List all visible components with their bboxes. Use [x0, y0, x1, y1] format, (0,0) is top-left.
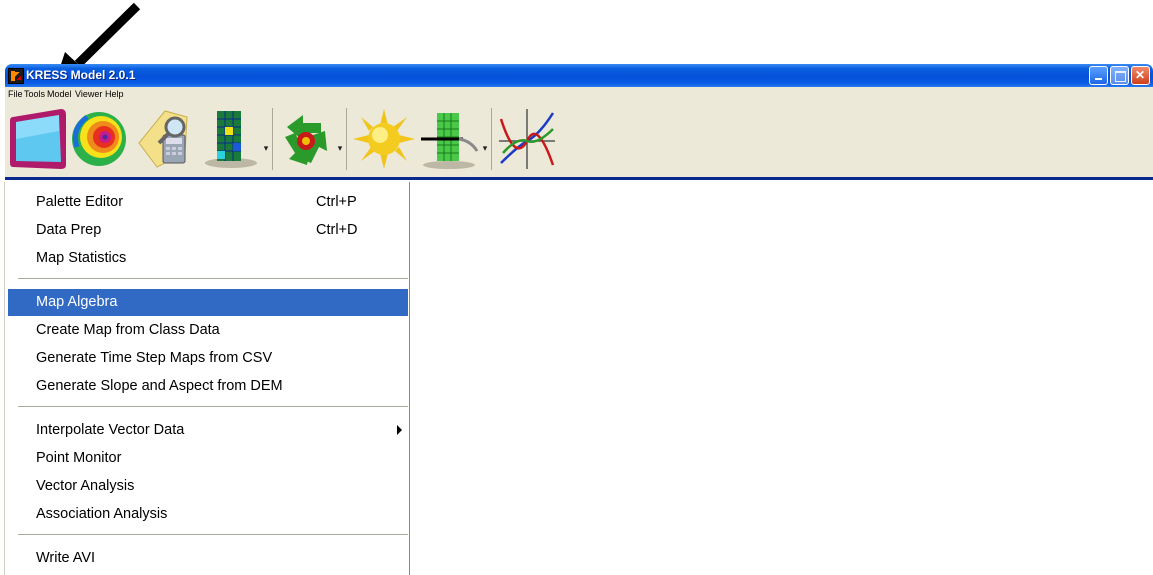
menu-item-association-analysis[interactable]: Association Analysis	[8, 501, 408, 528]
menu-separator	[18, 406, 408, 407]
menu-item-point-monitor[interactable]: Point Monitor	[8, 445, 408, 472]
close-button[interactable]	[1131, 66, 1150, 85]
menu-item-shortcut: Ctrl+D	[316, 222, 358, 238]
grid-map-dropdown-icon[interactable]: ▾	[262, 143, 270, 154]
menu-item-create-map-from-class-data[interactable]: Create Map from Class Data	[8, 317, 408, 344]
menu-item-shortcut: Ctrl+P	[316, 194, 357, 210]
grid-map-icon[interactable]	[203, 107, 259, 171]
menu-item-label: Point Monitor	[36, 450, 122, 466]
app-logo-icon	[8, 68, 24, 84]
menu-item-label: Vector Analysis	[36, 478, 135, 494]
vector-grid-dropdown-icon[interactable]: ▾	[481, 143, 489, 154]
toolbar-separator	[346, 108, 347, 170]
menu-item-map-algebra[interactable]: Map Algebra	[8, 289, 408, 316]
menu-item-generate-slope-aspect[interactable]: Generate Slope and Aspect from DEM	[8, 373, 408, 400]
menu-item-label: Generate Slope and Aspect from DEM	[36, 378, 283, 394]
menu-item-label: Map Statistics	[36, 250, 127, 266]
curves-graph-icon[interactable]	[497, 107, 557, 171]
menu-item-label: Generate Time Step Maps from CSV	[36, 350, 273, 366]
menu-separator	[18, 534, 408, 535]
menu-item-interpolate-vector-data[interactable]: Interpolate Vector Data	[8, 417, 408, 444]
toolbar: ▾ ▾ ▾	[5, 102, 1153, 180]
menu-item-generate-time-step-maps[interactable]: Generate Time Step Maps from CSV	[8, 345, 408, 372]
spiral-palette-icon[interactable]	[69, 107, 129, 171]
menu-item-label: Create Map from Class Data	[36, 322, 220, 338]
menu-viewer[interactable]: Viewer	[75, 89, 102, 99]
toolbar-separator	[491, 108, 492, 170]
window-title: KRESS Model 2.0.1	[26, 68, 136, 82]
data-prep-magnifier-icon[interactable]	[135, 107, 199, 171]
window-frame-icon[interactable]	[9, 107, 69, 171]
menu-item-map-statistics[interactable]: Map Statistics	[8, 245, 408, 272]
recycle-arrows-icon[interactable]	[277, 107, 335, 171]
toolbar-separator	[272, 108, 273, 170]
menu-separator	[18, 278, 408, 279]
menu-item-label: Palette Editor	[36, 194, 124, 210]
menu-item-label: Association Analysis	[36, 506, 168, 522]
menu-tools[interactable]: Tools	[24, 89, 45, 99]
menu-item-write-avi[interactable]: Write AVI	[8, 545, 408, 572]
title-bar[interactable]: KRESS Model 2.0.1	[5, 64, 1153, 87]
menu-item-label: Interpolate Vector Data	[36, 422, 185, 438]
menu-item-vector-analysis[interactable]: Vector Analysis	[8, 473, 408, 500]
menu-model[interactable]: Model	[47, 89, 72, 99]
menu-item-palette-editor[interactable]: Palette Editor Ctrl+P	[8, 189, 408, 216]
maximize-button[interactable]	[1110, 66, 1129, 85]
minimize-button[interactable]	[1089, 66, 1108, 85]
menu-help[interactable]: Help	[105, 89, 124, 99]
menu-item-label: Data Prep	[36, 222, 102, 238]
menu-item-label: Write AVI	[36, 550, 96, 566]
vector-grid-icon[interactable]	[419, 107, 479, 171]
recycle-dropdown-icon[interactable]: ▾	[336, 143, 344, 154]
menu-item-data-prep[interactable]: Data Prep Ctrl+D	[8, 217, 408, 244]
menu-bar: File Tools Model Viewer Help	[5, 87, 1153, 102]
menu-item-label: Map Algebra	[36, 294, 118, 310]
submenu-arrow-icon	[397, 425, 402, 435]
menu-file[interactable]: File	[8, 89, 23, 99]
tools-dropdown-menu: Palette Editor Ctrl+P Data Prep Ctrl+D M…	[4, 182, 410, 575]
sun-icon[interactable]	[351, 107, 417, 171]
